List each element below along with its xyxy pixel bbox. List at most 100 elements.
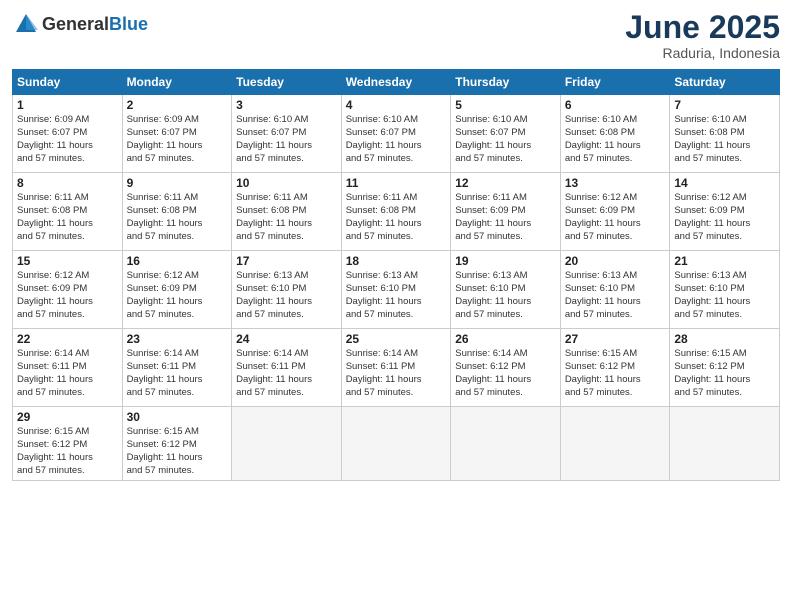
- table-row: 1 Sunrise: 6:09 AMSunset: 6:07 PMDaylight…: [13, 95, 123, 173]
- day-number: 19: [455, 254, 556, 268]
- table-row: 10Sunrise: 6:11 AMSunset: 6:08 PMDayligh…: [232, 173, 342, 251]
- day-info: Sunrise: 6:10 AMSunset: 6:07 PMDaylight:…: [346, 114, 447, 165]
- day-number: 2: [127, 98, 228, 112]
- day-info: Sunrise: 6:15 AMSunset: 6:12 PMDaylight:…: [17, 426, 118, 477]
- day-info: Sunrise: 6:13 AMSunset: 6:10 PMDaylight:…: [674, 270, 775, 321]
- day-info: Sunrise: 6:12 AMSunset: 6:09 PMDaylight:…: [17, 270, 118, 321]
- day-info: Sunrise: 6:11 AMSunset: 6:08 PMDaylight:…: [127, 192, 228, 243]
- day-info: Sunrise: 6:09 AMSunset: 6:07 PMDaylight:…: [17, 114, 118, 165]
- table-row: 17Sunrise: 6:13 AMSunset: 6:10 PMDayligh…: [232, 251, 342, 329]
- table-row: [560, 407, 670, 481]
- day-number: 4: [346, 98, 447, 112]
- table-row: 9 Sunrise: 6:11 AMSunset: 6:08 PMDaylight…: [122, 173, 232, 251]
- logo-icon: [12, 10, 40, 38]
- title-area: June 2025 Raduria, Indonesia: [625, 10, 780, 61]
- table-row: 18 Sunrise: 6:13 AMSunset: 6:10 PMDayligh…: [341, 251, 451, 329]
- table-row: [451, 407, 561, 481]
- table-row: 20 Sunrise: 6:13 AMSunset: 6:10 PMDayligh…: [560, 251, 670, 329]
- day-info: Sunrise: 6:11 AMSunset: 6:08 PMDaylight:…: [17, 192, 118, 243]
- subtitle: Raduria, Indonesia: [625, 45, 780, 61]
- day-info: Sunrise: 6:14 AMSunset: 6:11 PMDaylight:…: [236, 348, 337, 399]
- day-info: Sunrise: 6:14 AMSunset: 6:12 PMDaylight:…: [455, 348, 556, 399]
- day-number: 29: [17, 410, 118, 424]
- table-row: 12 Sunrise: 6:11 AMSunset: 6:09 PMDayligh…: [451, 173, 561, 251]
- calendar-week-row: 15Sunrise: 6:12 AMSunset: 6:09 PMDayligh…: [13, 251, 780, 329]
- table-row: 14 Sunrise: 6:12 AMSunset: 6:09 PMDayligh…: [670, 173, 780, 251]
- logo-general-text: General: [42, 14, 109, 34]
- col-wednesday: Wednesday: [341, 70, 451, 95]
- table-row: [670, 407, 780, 481]
- table-row: 7 Sunrise: 6:10 AMSunset: 6:08 PMDaylight…: [670, 95, 780, 173]
- day-info: Sunrise: 6:14 AMSunset: 6:11 PMDaylight:…: [17, 348, 118, 399]
- table-row: 11Sunrise: 6:11 AMSunset: 6:08 PMDayligh…: [341, 173, 451, 251]
- day-number: 22: [17, 332, 118, 346]
- table-row: 21Sunrise: 6:13 AMSunset: 6:10 PMDayligh…: [670, 251, 780, 329]
- day-info: Sunrise: 6:15 AMSunset: 6:12 PMDaylight:…: [127, 426, 228, 477]
- day-number: 16: [127, 254, 228, 268]
- table-row: 25Sunrise: 6:14 AMSunset: 6:11 PMDayligh…: [341, 329, 451, 407]
- table-row: [232, 407, 342, 481]
- calendar-week-row: 1 Sunrise: 6:09 AMSunset: 6:07 PMDaylight…: [13, 95, 780, 173]
- day-number: 3: [236, 98, 337, 112]
- day-info: Sunrise: 6:12 AMSunset: 6:09 PMDaylight:…: [127, 270, 228, 321]
- day-number: 14: [674, 176, 775, 190]
- day-info: Sunrise: 6:15 AMSunset: 6:12 PMDaylight:…: [674, 348, 775, 399]
- day-number: 12: [455, 176, 556, 190]
- header: GeneralBlue June 2025 Raduria, Indonesia: [12, 10, 780, 61]
- table-row: 8 Sunrise: 6:11 AMSunset: 6:08 PMDaylight…: [13, 173, 123, 251]
- day-info: Sunrise: 6:09 AMSunset: 6:07 PMDaylight:…: [127, 114, 228, 165]
- table-row: 4 Sunrise: 6:10 AMSunset: 6:07 PMDaylight…: [341, 95, 451, 173]
- day-info: Sunrise: 6:14 AMSunset: 6:11 PMDaylight:…: [127, 348, 228, 399]
- day-number: 26: [455, 332, 556, 346]
- day-number: 5: [455, 98, 556, 112]
- page-container: GeneralBlue June 2025 Raduria, Indonesia…: [0, 0, 792, 612]
- table-row: 16 Sunrise: 6:12 AMSunset: 6:09 PMDayligh…: [122, 251, 232, 329]
- col-thursday: Thursday: [451, 70, 561, 95]
- table-row: 24 Sunrise: 6:14 AMSunset: 6:11 PMDayligh…: [232, 329, 342, 407]
- table-row: 26 Sunrise: 6:14 AMSunset: 6:12 PMDayligh…: [451, 329, 561, 407]
- table-row: 28 Sunrise: 6:15 AMSunset: 6:12 PMDayligh…: [670, 329, 780, 407]
- table-row: 22 Sunrise: 6:14 AMSunset: 6:11 PMDayligh…: [13, 329, 123, 407]
- day-number: 6: [565, 98, 666, 112]
- table-row: 2 Sunrise: 6:09 AMSunset: 6:07 PMDaylight…: [122, 95, 232, 173]
- logo-blue-text: Blue: [109, 14, 148, 34]
- day-info: Sunrise: 6:13 AMSunset: 6:10 PMDaylight:…: [455, 270, 556, 321]
- col-saturday: Saturday: [670, 70, 780, 95]
- day-info: Sunrise: 6:10 AMSunset: 6:08 PMDaylight:…: [674, 114, 775, 165]
- table-row: 29 Sunrise: 6:15 AMSunset: 6:12 PMDayligh…: [13, 407, 123, 481]
- table-row: 13Sunrise: 6:12 AMSunset: 6:09 PMDayligh…: [560, 173, 670, 251]
- day-info: Sunrise: 6:12 AMSunset: 6:09 PMDaylight:…: [674, 192, 775, 243]
- month-title: June 2025: [625, 10, 780, 45]
- table-row: 6Sunrise: 6:10 AMSunset: 6:08 PMDaylight…: [560, 95, 670, 173]
- calendar-week-row: 8 Sunrise: 6:11 AMSunset: 6:08 PMDaylight…: [13, 173, 780, 251]
- calendar-table: Sunday Monday Tuesday Wednesday Thursday…: [12, 69, 780, 481]
- day-number: 11: [346, 176, 447, 190]
- day-number: 24: [236, 332, 337, 346]
- day-number: 7: [674, 98, 775, 112]
- day-info: Sunrise: 6:10 AMSunset: 6:07 PMDaylight:…: [455, 114, 556, 165]
- col-friday: Friday: [560, 70, 670, 95]
- day-number: 13: [565, 176, 666, 190]
- col-tuesday: Tuesday: [232, 70, 342, 95]
- day-number: 1: [17, 98, 118, 112]
- day-info: Sunrise: 6:13 AMSunset: 6:10 PMDaylight:…: [565, 270, 666, 321]
- day-number: 25: [346, 332, 447, 346]
- calendar-header-row: Sunday Monday Tuesday Wednesday Thursday…: [13, 70, 780, 95]
- day-number: 18: [346, 254, 447, 268]
- day-number: 28: [674, 332, 775, 346]
- day-number: 8: [17, 176, 118, 190]
- day-number: 9: [127, 176, 228, 190]
- table-row: [341, 407, 451, 481]
- calendar-week-row: 22 Sunrise: 6:14 AMSunset: 6:11 PMDayligh…: [13, 329, 780, 407]
- table-row: 5 Sunrise: 6:10 AMSunset: 6:07 PMDaylight…: [451, 95, 561, 173]
- logo: GeneralBlue: [12, 10, 148, 38]
- table-row: 30Sunrise: 6:15 AMSunset: 6:12 PMDayligh…: [122, 407, 232, 481]
- day-number: 17: [236, 254, 337, 268]
- col-monday: Monday: [122, 70, 232, 95]
- calendar-week-row: 29 Sunrise: 6:15 AMSunset: 6:12 PMDayligh…: [13, 407, 780, 481]
- day-info: Sunrise: 6:11 AMSunset: 6:09 PMDaylight:…: [455, 192, 556, 243]
- day-info: Sunrise: 6:13 AMSunset: 6:10 PMDaylight:…: [346, 270, 447, 321]
- day-number: 27: [565, 332, 666, 346]
- day-info: Sunrise: 6:11 AMSunset: 6:08 PMDaylight:…: [236, 192, 337, 243]
- day-number: 20: [565, 254, 666, 268]
